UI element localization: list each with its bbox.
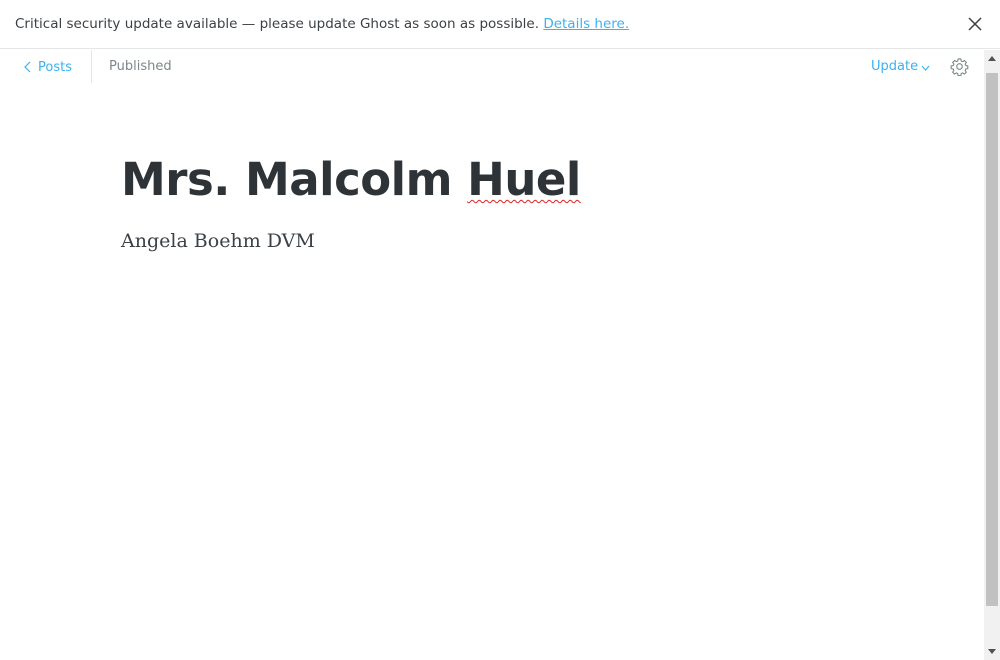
post-status: Published [109, 59, 172, 74]
vertical-scrollbar[interactable] [984, 50, 1000, 660]
scroll-down-arrow[interactable] [984, 643, 1000, 660]
gear-icon[interactable] [950, 57, 969, 77]
scroll-up-arrow[interactable] [984, 50, 1000, 67]
nav-divider [91, 50, 92, 83]
chevron-down-icon [921, 65, 930, 71]
back-to-posts-link[interactable]: Posts [24, 58, 72, 76]
back-label: Posts [38, 59, 72, 75]
alert-details-link[interactable]: Details here. [543, 16, 629, 32]
close-icon[interactable] [964, 13, 986, 35]
alert-message: Critical security update available — ple… [15, 16, 540, 32]
security-alert-bar: Critical security update available — ple… [0, 0, 1000, 49]
chevron-left-icon [24, 61, 31, 73]
editor-area: Posts Published Update Mrs. Malcolm Huel… [0, 50, 984, 660]
update-button[interactable]: Update [871, 59, 930, 74]
scrollbar-thumb[interactable] [986, 73, 998, 606]
post-title-text: Mrs. Malcolm [121, 153, 468, 206]
post-title-misspelled-word: Huel [467, 153, 581, 206]
alert-message-line: Critical security update available — ple… [15, 16, 629, 32]
update-label: Update [871, 59, 919, 74]
post-title[interactable]: Mrs. Malcolm Huel [121, 153, 581, 206]
post-body[interactable]: Angela Boehm DVM [121, 230, 315, 252]
